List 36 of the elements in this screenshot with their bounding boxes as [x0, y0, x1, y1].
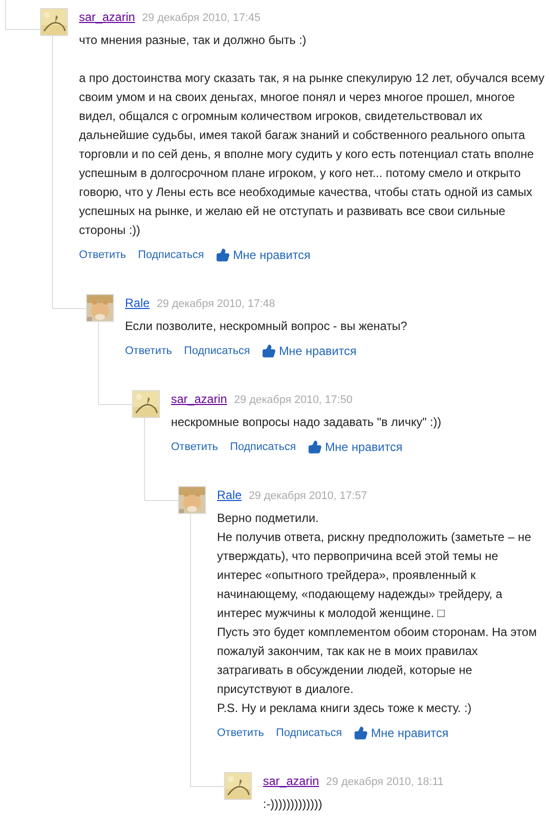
comment-date: 29 декабря 2010, 17:48	[156, 297, 276, 312]
comment-text: Пусть это будет комплементом обоим сторонам. На этом пожалуй закончим, так как не в моих правилах затрагивать в обсуждении людей, которые не присутствуют в диалоге.	[217, 624, 538, 698]
comment-text: а про достоинства могу сказать так, я на рынке спекулирую 12 лет, обучался всему своим умом и на своих деньгах, многое понял и через многое прошел, многое видел, общался с огромным количеством игроков, свидетельствовал их дальнейшие судьбы, имея такой багаж знаний и собственного реального опыта торговли и по сей день, я вполне могу судить у кого есть потенциал стать вполне успешным в долгосрочном плане игроком, у кого нет... потому смело и открыто говорю, что у Лены есть все необходимые качества, чтобы стать одной из самых успешных на рынке, и желаю ей не отступать и развивать все свои сильные стороны :))	[79, 70, 545, 239]
comment-text: :-)))))))))))))	[263, 796, 324, 813]
like-link[interactable]: Мне нравится	[216, 246, 310, 264]
author-link[interactable]: Rale	[217, 486, 242, 504]
comment-date: 29 декабря 2010, 18:11	[326, 775, 444, 790]
thumbs-up-icon	[308, 440, 322, 454]
like-link[interactable]: Мне нравится	[308, 438, 402, 456]
comment-text: Не получив ответа, рискну предположить (заметьте – не утверждать), что первопричина всей этой темы не интерес «опытного трейдера», проявленный к начинающему, «подающему надежды» трейдеру, а интерес мужчины к молодой женщине. □	[217, 529, 532, 622]
comment-text: что мнения разные, так и должно быть :)	[79, 32, 308, 49]
like-link[interactable]: Мне нравится	[262, 342, 356, 360]
comment-text: Верно подметили.	[217, 510, 320, 527]
author-link[interactable]: Rale	[125, 294, 150, 312]
like-link[interactable]: Мне нравится	[354, 724, 448, 742]
thumbs-up-icon	[262, 344, 276, 358]
subscribe-link[interactable]: Подписаться	[230, 438, 296, 456]
subscribe-link[interactable]: Подписаться	[184, 342, 250, 360]
thumbs-up-icon	[354, 726, 368, 740]
reply-link[interactable]: Ответить	[79, 246, 126, 264]
reply-link[interactable]: Ответить	[125, 342, 172, 360]
comment-text: Если позволите, нескромный вопрос - вы женаты?	[125, 318, 408, 335]
comment-text: P.S. Ну и реклама книги здесь тоже к месту. :)	[217, 700, 473, 717]
reply-link[interactable]: Ответить	[217, 724, 264, 742]
comment-text: нескромные вопросы надо задавать "в личку" :))	[171, 414, 442, 431]
author-link[interactable]: sar_azarin	[263, 772, 320, 790]
comment-date: 29 декабря 2010, 17:57	[248, 489, 368, 504]
subscribe-link[interactable]: Подписаться	[276, 724, 342, 742]
thumbs-up-icon	[216, 248, 230, 262]
subscribe-link[interactable]: Подписаться	[138, 246, 204, 264]
reply-link[interactable]: Ответить	[171, 438, 218, 456]
comment-date: 29 декабря 2010, 17:45	[142, 11, 260, 26]
author-link[interactable]: sar_azarin	[79, 8, 136, 26]
thread-line	[5, 0, 40, 30]
comment-date: 29 декабря 2010, 17:50	[234, 393, 352, 408]
author-link[interactable]: sar_azarin	[171, 390, 228, 408]
